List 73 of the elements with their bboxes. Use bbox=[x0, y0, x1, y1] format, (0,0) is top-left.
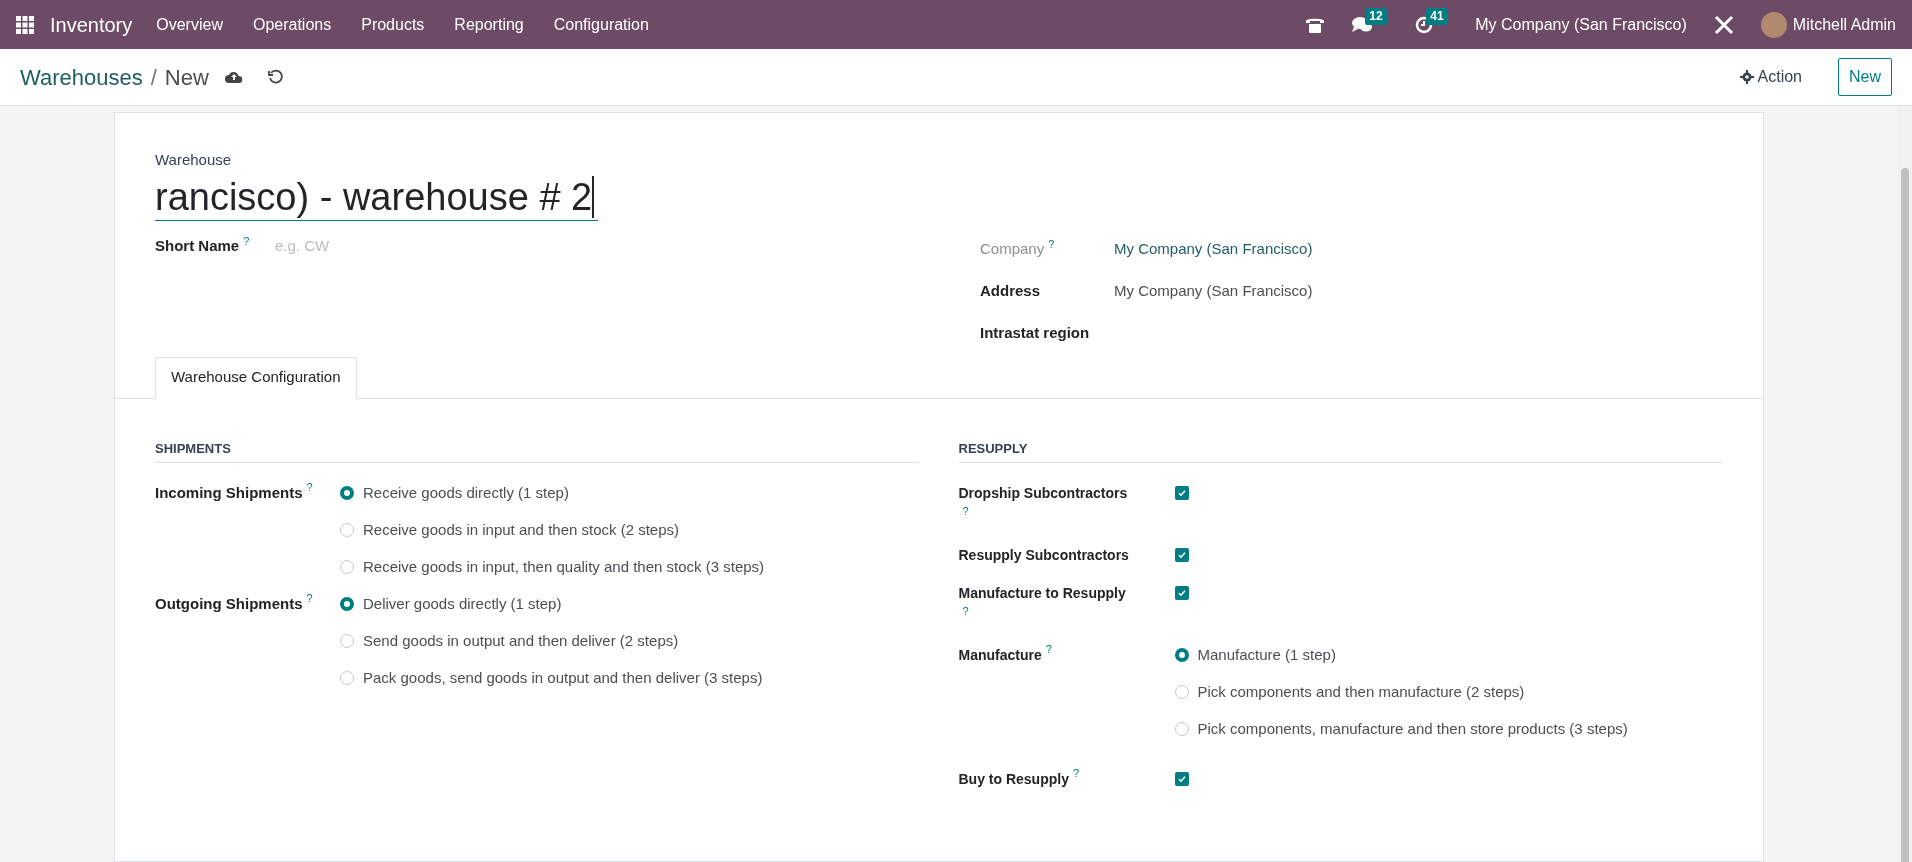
radio-label[interactable]: Pick components and then manufacture (2 steps) bbox=[1197, 680, 1525, 704]
cloud-upload-icon[interactable] bbox=[224, 70, 243, 84]
checkmark-icon bbox=[1176, 550, 1187, 560]
help-tooltip-mark[interactable]: ? bbox=[1048, 238, 1055, 251]
new-button[interactable]: New bbox=[1838, 58, 1892, 96]
help-tooltip-mark[interactable]: ? bbox=[962, 605, 969, 617]
radio-button[interactable] bbox=[1174, 685, 1189, 699]
radio-button[interactable] bbox=[340, 634, 354, 648]
checkmark-icon bbox=[1176, 774, 1187, 784]
action-button[interactable]: Action bbox=[1727, 61, 1814, 93]
section-title: SHIPMENTS bbox=[155, 438, 919, 463]
field-label: Manufacture ? bbox=[958, 643, 1053, 665]
radio-button[interactable] bbox=[340, 597, 354, 611]
scrollbar[interactable] bbox=[1898, 106, 1912, 862]
breadcrumb-current: New bbox=[164, 63, 209, 92]
radio-button[interactable] bbox=[1174, 648, 1189, 662]
help-tooltip-mark[interactable]: ? bbox=[306, 592, 313, 604]
help-tooltip-mark[interactable]: ? bbox=[1072, 767, 1080, 779]
help-tooltip-mark[interactable]: ? bbox=[243, 234, 250, 247]
menu-item[interactable]: Overview bbox=[156, 12, 223, 37]
field-label: Dropship Subcontractors ? bbox=[958, 484, 1129, 519]
section-title: RESUPPLY bbox=[958, 438, 1723, 463]
field-label: Manufacture to Resupply ? bbox=[958, 584, 1127, 619]
radio-label[interactable]: Deliver goods directly (1 step) bbox=[363, 592, 562, 616]
radio-button[interactable] bbox=[340, 671, 354, 685]
field-label: Outgoing Shipments ? bbox=[155, 592, 314, 614]
help-tooltip-mark[interactable]: ? bbox=[962, 505, 969, 517]
company-link[interactable]: My Company (San Francisco) bbox=[1114, 238, 1313, 261]
help-tooltip-mark[interactable]: ? bbox=[306, 481, 313, 493]
field-label: Company ? bbox=[980, 238, 1056, 260]
menu-item[interactable]: Reporting bbox=[454, 12, 524, 37]
user-name[interactable]: Mitchell Admin bbox=[1792, 12, 1896, 37]
help-tooltip-mark[interactable]: ? bbox=[1045, 643, 1052, 655]
radio-label[interactable]: Receive goods in input and then stock (2 steps) bbox=[363, 518, 680, 542]
menu-item[interactable]: Operations bbox=[252, 12, 332, 37]
checkbox[interactable] bbox=[1174, 486, 1189, 500]
menu-item[interactable]: Products bbox=[361, 12, 425, 37]
notification-badge: 41 bbox=[1426, 7, 1448, 25]
company-switcher[interactable]: My Company (San Francisco) bbox=[1475, 12, 1687, 37]
radio-label[interactable]: Pack goods, send goods in output and then deliver (3 steps) bbox=[363, 666, 763, 690]
short-name-input[interactable]: e.g. CW bbox=[275, 234, 575, 257]
radio-button[interactable] bbox=[340, 523, 354, 537]
field-label: Intrastat region bbox=[980, 323, 1091, 344]
checkbox[interactable] bbox=[1174, 548, 1189, 562]
checkbox[interactable] bbox=[1174, 772, 1189, 786]
menu-item[interactable]: Configuration bbox=[553, 12, 649, 37]
radio-button[interactable] bbox=[340, 486, 354, 500]
radio-button[interactable] bbox=[340, 560, 354, 574]
radio-label[interactable]: Receive goods in input, then quality and then stock (3 steps) bbox=[363, 555, 765, 579]
checkmark-icon bbox=[1176, 588, 1187, 598]
notebook-tab[interactable]: Warehouse Configuration bbox=[155, 356, 357, 399]
app-name[interactable]: Inventory bbox=[50, 9, 133, 40]
undo-icon[interactable] bbox=[266, 69, 283, 85]
field-label: Resupply Subcontractors bbox=[958, 546, 1130, 565]
field-label: Incoming Shipments ? bbox=[155, 481, 314, 503]
field-label: Warehouse bbox=[155, 150, 233, 170]
field-label: Address bbox=[980, 281, 1042, 302]
radio-label[interactable]: Receive goods directly (1 step) bbox=[363, 481, 569, 505]
radio-label[interactable]: Manufacture (1 step) bbox=[1197, 643, 1336, 667]
notification-badge: 12 bbox=[1365, 7, 1387, 25]
app-grid-icon[interactable] bbox=[16, 15, 34, 34]
breadcrumb-separator: / bbox=[150, 63, 157, 92]
field-label: Short Name ? bbox=[155, 234, 251, 256]
field-label: Buy to Resupply ? bbox=[958, 767, 1081, 789]
radio-button[interactable] bbox=[1174, 722, 1189, 736]
breadcrumb-link[interactable]: Warehouses bbox=[20, 60, 143, 94]
name-input-field[interactable]: rancisco) - warehouse # 2 bbox=[155, 173, 598, 221]
radio-label[interactable]: Send goods in output and then deliver (2 steps) bbox=[363, 629, 679, 653]
radio-label[interactable]: Pick components, manufacture and then store products (3 steps) bbox=[1197, 717, 1628, 741]
checkbox[interactable] bbox=[1174, 586, 1189, 600]
user-avatar[interactable] bbox=[1760, 11, 1787, 38]
checkmark-icon bbox=[1176, 488, 1187, 498]
field-value: My Company (San Francisco) bbox=[1114, 281, 1313, 302]
